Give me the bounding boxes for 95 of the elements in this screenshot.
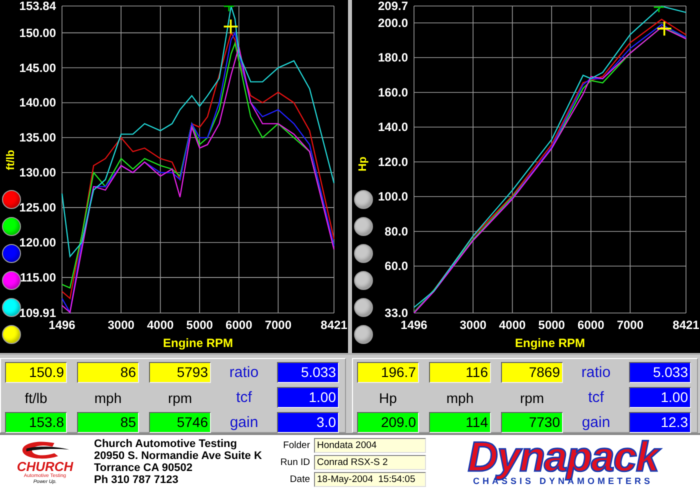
address-line: Ph 310 787 7123 [94, 474, 180, 486]
y-tick-label: 120.00 [19, 235, 56, 250]
y-tick-label: 60.0 [384, 259, 408, 274]
cursor-value-readout: 150.9 [5, 362, 67, 383]
peak-rpm-readout: 7730 [501, 412, 563, 433]
factor-label: gain [228, 414, 260, 431]
cursor-marker [224, 20, 238, 34]
y-tick-label: 160.0 [378, 85, 408, 100]
x-tick-label: 3000 [460, 318, 486, 332]
y-tick-label: 135.00 [19, 130, 56, 145]
info-field: Hondata 2004 [314, 438, 426, 452]
peak-speed-readout: 85 [77, 412, 139, 433]
x-tick-label: 1496 [48, 318, 76, 332]
y-tick-label: 140.0 [378, 120, 408, 134]
run-selector-button[interactable] [354, 217, 373, 236]
run-selector-button[interactable] [354, 190, 373, 209]
x-tick-label: 5000 [538, 318, 565, 332]
unit-label: mph [445, 390, 475, 406]
field-label: Run ID [279, 456, 310, 468]
peak-value-readout: 209.0 [357, 412, 419, 433]
unit-label: ft/lb [24, 390, 48, 406]
run-selector-button[interactable] [2, 244, 21, 263]
y-tick-label: 33.0 [384, 306, 408, 320]
run-selector-button[interactable] [354, 325, 373, 344]
factor-value: 1.00 [277, 387, 339, 408]
run-selector-button[interactable] [2, 325, 21, 344]
info-field: 18-May-2004 15:54:05 [314, 472, 426, 486]
x-tick-label: 8421 [320, 318, 348, 332]
unit-label: mph [93, 390, 123, 406]
factor-label: ratio [228, 364, 260, 381]
x-tick-label: 7000 [264, 318, 292, 332]
factor-value: 12.3 [629, 412, 691, 433]
address-line: 20950 S. Normandie Ave Suite K [94, 450, 263, 462]
factor-label: gain [580, 414, 612, 431]
unit-label: rpm [518, 390, 546, 406]
factor-label: tcf [235, 389, 253, 406]
y-tick-label: 140.00 [19, 96, 56, 110]
y-tick-label: 115.00 [20, 270, 56, 284]
y-tick-label: 130.00 [19, 166, 56, 180]
x-tick-label: 4000 [147, 318, 174, 332]
y-tick-label: 109.91 [19, 306, 56, 320]
field-label: Date [288, 474, 310, 484]
unit-label: rpm [166, 390, 194, 406]
y-axis-title: Hp [357, 156, 369, 172]
y-tick-label: 180.0 [378, 50, 408, 65]
peak-value-readout: 153.8 [5, 412, 67, 433]
x-tick-label: 6000 [578, 318, 604, 332]
dynapack-logo: Dynapack CHASSIS DYNAMOMETERS [426, 438, 700, 486]
y-tick-label: 125.00 [19, 200, 56, 215]
run-selector-button[interactable] [2, 217, 21, 236]
y-tick-label: 80.0 [384, 224, 408, 238]
factor-label: tcf [587, 389, 605, 406]
y-axis-title: ft/lb [5, 150, 17, 170]
unit-label: Hp [378, 390, 398, 406]
peak-rpm-readout: 5746 [149, 412, 211, 433]
address-line: Torrance CA 90502 [94, 462, 194, 474]
cursor-rpm-readout: 5793 [149, 362, 211, 383]
y-tick-label: 150.00 [19, 26, 56, 40]
field-label: Folder [282, 440, 310, 450]
y-tick-label: 145.00 [19, 60, 56, 75]
y-tick-label: 120.0 [378, 154, 408, 169]
run-selector-button[interactable] [354, 298, 373, 317]
y-tick-label: 153.84 [19, 0, 56, 13]
cursor-speed-readout: 116 [429, 362, 491, 383]
peak-marker [224, 6, 234, 12]
cursor-value-readout: 196.7 [357, 362, 419, 383]
info-field: Conrad RSX-S 2 [314, 454, 426, 470]
run-selector-button[interactable] [2, 271, 21, 290]
x-axis-title: Engine RPM [515, 336, 585, 350]
y-tick-label: 209.7 [378, 0, 408, 13]
cursor-speed-readout: 86 [77, 362, 139, 383]
factor-value: 5.033 [629, 362, 691, 383]
y-tick-label: 100.0 [378, 190, 408, 204]
x-axis-title: Engine RPM [163, 336, 233, 350]
address-line: Church Automotive Testing [94, 438, 238, 450]
peak-speed-readout: 114 [429, 412, 491, 433]
factor-value: 3.0 [277, 412, 339, 433]
x-tick-label: 3000 [108, 318, 134, 332]
cursor-rpm-readout: 7869 [501, 362, 563, 383]
factor-value: 5.033 [277, 362, 339, 383]
x-tick-label: 1496 [400, 318, 428, 332]
peak-marker [654, 6, 664, 12]
run-selector-button[interactable] [2, 190, 21, 209]
x-tick-label: 5000 [186, 318, 213, 332]
x-tick-label: 7000 [616, 318, 644, 332]
factor-value: 1.00 [629, 387, 691, 408]
y-tick-label: 200.0 [378, 16, 408, 30]
factor-label: ratio [580, 364, 612, 381]
run-selector-button[interactable] [2, 298, 21, 317]
x-tick-label: 8421 [672, 318, 700, 332]
run-selector-button[interactable] [354, 244, 373, 263]
cursor-marker [657, 22, 672, 36]
x-tick-label: 4000 [499, 318, 526, 332]
x-tick-label: 6000 [226, 318, 252, 332]
run-selector-button[interactable] [354, 271, 373, 290]
